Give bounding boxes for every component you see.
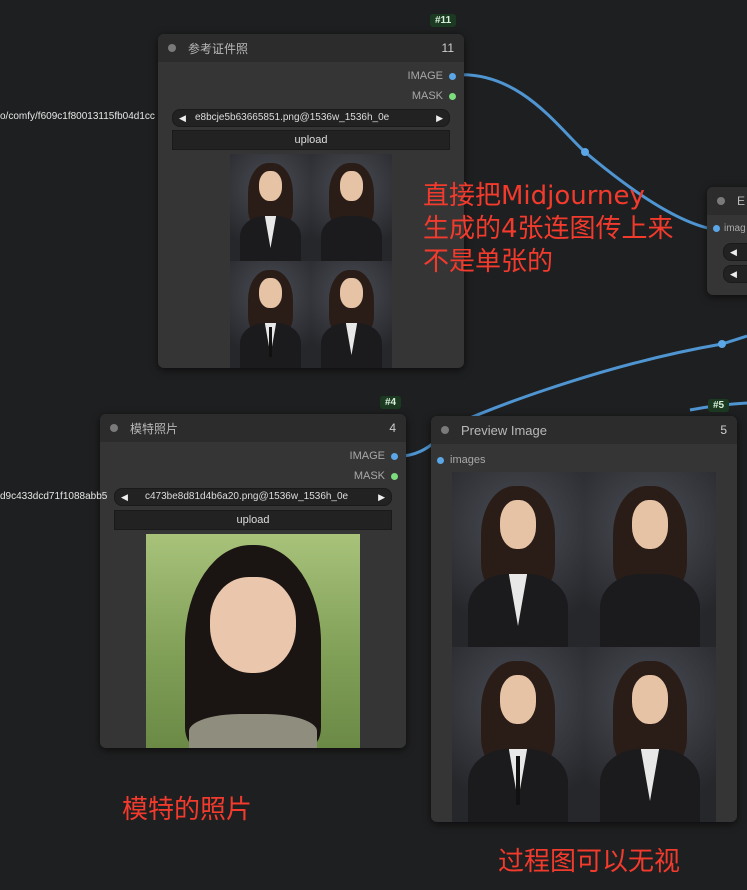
- output-socket-icon[interactable]: [391, 472, 398, 480]
- input-image[interactable]: imag: [713, 223, 746, 234]
- image-path-overflow: d9c433dcd71f1088abb5: [0, 491, 108, 502]
- image-select-combo[interactable]: ◀ c473be8d81d4b6a20.png@1536w_1536h_0e ▶: [114, 488, 392, 506]
- preview-tile: [452, 647, 584, 822]
- preview-tile: [584, 647, 716, 822]
- node-title: E: [737, 194, 746, 208]
- link-reroute-dot-2: [718, 340, 726, 348]
- output-mask[interactable]: MASK: [412, 90, 456, 102]
- node-title-bar[interactable]: E: [707, 187, 747, 215]
- node-title-bar[interactable]: Preview Image 5: [431, 416, 737, 444]
- output-mask[interactable]: MASK: [354, 470, 398, 482]
- arrow-left-icon[interactable]: ◀: [730, 244, 737, 260]
- arrow-right-icon[interactable]: ▶: [378, 489, 385, 505]
- image-filename: c473be8d81d4b6a20.png@1536w_1536h_0e: [145, 491, 349, 502]
- link-reroute-dot: [581, 148, 589, 156]
- output-image[interactable]: IMAGE: [408, 70, 456, 82]
- partial-node[interactable]: E imag ◀ ◀: [707, 187, 747, 295]
- node-number: 5: [720, 423, 727, 437]
- preview-tile: [452, 472, 584, 647]
- upload-button[interactable]: upload: [172, 130, 450, 150]
- input-socket-icon[interactable]: [713, 225, 720, 232]
- preview-tile: [230, 261, 311, 368]
- arrow-left-icon[interactable]: ◀: [121, 489, 128, 505]
- output-image[interactable]: IMAGE: [350, 450, 398, 462]
- image-filename: e8bcje5b63665851.png@1536w_1536h_0e: [195, 112, 390, 123]
- output-socket-icon[interactable]: [449, 72, 456, 80]
- node-title: 模特照片: [130, 421, 179, 436]
- output-socket-icon[interactable]: [449, 92, 456, 100]
- node-title-bar[interactable]: 参考证件照 11: [158, 34, 464, 62]
- collapse-dot-icon[interactable]: [110, 424, 118, 432]
- preview-tile: [311, 154, 392, 261]
- image-select-combo[interactable]: ◀ e8bcje5b63665851.png@1536w_1536h_0e ▶: [172, 109, 450, 127]
- node-id-badge: #11: [430, 14, 457, 27]
- arrow-left-icon[interactable]: ◀: [730, 266, 737, 282]
- preview-tile: [584, 472, 716, 647]
- node-id-badge: #5: [708, 399, 730, 412]
- output-socket-icon[interactable]: [391, 452, 398, 460]
- model-image-preview: [146, 534, 360, 748]
- arrow-right-icon[interactable]: ▶: [436, 110, 443, 126]
- annotation-model-photo: 模特的照片: [122, 795, 253, 825]
- image-preview-grid: [230, 154, 392, 368]
- node-title-bar[interactable]: 模特照片 4: [100, 414, 406, 442]
- collapse-dot-icon[interactable]: [717, 197, 725, 205]
- preview-tile: [311, 261, 392, 368]
- load-image-node-model[interactable]: 模特照片 4 IMAGE MASK ◀ c473be8d81d4b6a20.pn…: [100, 414, 406, 748]
- preview-output-grid: [452, 472, 716, 822]
- input-socket-icon[interactable]: [437, 456, 444, 464]
- widget-combo[interactable]: ◀: [723, 265, 747, 283]
- collapse-dot-icon[interactable]: [441, 426, 449, 434]
- node-title: 参考证件照: [188, 41, 249, 56]
- node-number: 4: [389, 421, 396, 435]
- node-title: Preview Image: [461, 422, 547, 438]
- upload-button[interactable]: upload: [114, 510, 392, 530]
- input-images[interactable]: images: [437, 454, 485, 466]
- annotation-ignore-process: 过程图可以无视: [498, 847, 681, 877]
- node-number: 11: [441, 41, 454, 55]
- annotation-upload-grid: 直接把Midjourney 生成的4张连图传上来 不是单张的: [423, 181, 674, 277]
- node-id-badge: #4: [380, 396, 402, 409]
- load-image-node-reference[interactable]: 参考证件照 11 IMAGE MASK ◀ e8bcje5b63665851.p…: [158, 34, 464, 368]
- preview-tile: [230, 154, 311, 261]
- arrow-left-icon[interactable]: ◀: [179, 110, 186, 126]
- preview-image-node[interactable]: Preview Image 5 images: [431, 416, 737, 822]
- image-path-overflow: o/comfy/f609c1f80013115fb04d1cc: [0, 111, 155, 122]
- collapse-dot-icon[interactable]: [168, 44, 176, 52]
- widget-combo[interactable]: ◀: [723, 243, 747, 261]
